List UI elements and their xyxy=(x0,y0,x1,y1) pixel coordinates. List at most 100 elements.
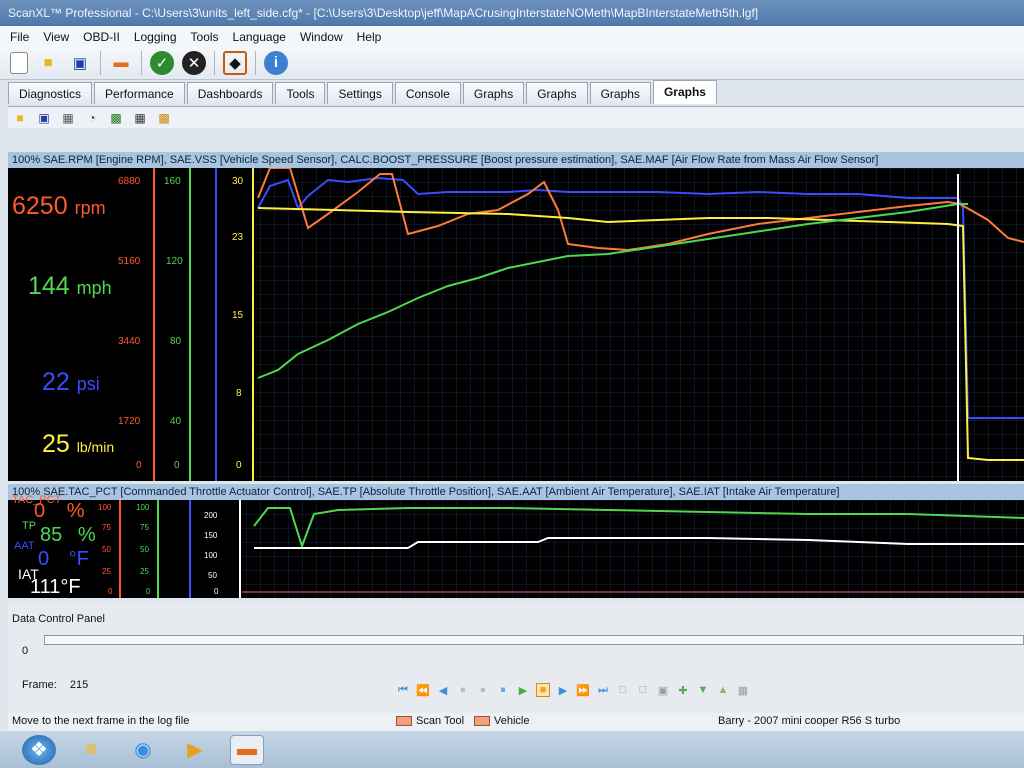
toolbar-divider xyxy=(214,50,215,75)
menu-file[interactable]: File xyxy=(10,30,29,46)
add-marker-icon[interactable]: ✚ xyxy=(676,683,690,697)
maf-tick: 15 xyxy=(232,310,244,321)
frame-caption: Frame: xyxy=(22,679,57,691)
menu-help[interactable]: Help xyxy=(357,30,382,46)
legend-vehicle-label: Vehicle xyxy=(494,715,530,727)
scan-tool-swatch xyxy=(396,716,412,726)
marker-list-icon[interactable]: ▦ xyxy=(736,683,750,697)
browser-icon[interactable]: ◉ xyxy=(126,735,160,765)
graph2-header: 100% SAE.TAC_PCT [Commanded Throttle Act… xyxy=(8,484,1024,500)
next-frame-icon[interactable]: ▶ xyxy=(556,683,570,697)
maf-tick: 23 xyxy=(232,232,244,243)
legend-scan-tool-label: Scan Tool xyxy=(416,715,465,727)
fast-forward-icon[interactable]: ⏩ xyxy=(576,683,590,697)
main-toolbar: ■ ▣ ▬ ✓ ✕ ◆ i xyxy=(0,46,1024,80)
toolbar-divider xyxy=(100,50,101,75)
pct-tick: 25 xyxy=(102,567,111,576)
first-frame-icon[interactable]: ⏮ xyxy=(396,683,410,697)
rewind-icon[interactable]: ⏪ xyxy=(416,683,430,697)
temp-tick: 0 xyxy=(214,587,219,596)
file-explorer-icon[interactable]: ■ xyxy=(74,735,108,765)
gauge-icon[interactable]: ◔ xyxy=(84,111,100,125)
temp-tick: 50 xyxy=(208,571,217,580)
menu-language[interactable]: Language xyxy=(233,30,286,46)
rpm-tick: 3440 xyxy=(118,336,141,347)
speed-tick: 120 xyxy=(166,256,183,267)
menu-view[interactable]: View xyxy=(43,30,69,46)
export-icon[interactable]: ▦ xyxy=(60,111,76,125)
save-disk-icon[interactable]: ▣ xyxy=(36,111,52,125)
start-icon[interactable]: ❖ xyxy=(22,734,56,765)
tab-graphs-4[interactable]: Graphs xyxy=(652,80,717,104)
graph-toolbar: ■ ▣ ▦ ◔ ▩ ▦ ▩ xyxy=(8,106,1024,128)
speed-tick: 80 xyxy=(170,336,182,347)
tab-graphs-3[interactable]: Graphs xyxy=(589,82,651,104)
tab-diagnostics[interactable]: Diagnostics xyxy=(8,82,93,104)
tab-graphs-1[interactable]: Graphs xyxy=(462,82,525,104)
tab-graphs-2[interactable]: Graphs xyxy=(526,82,588,104)
window-title: ScanXL™ Professional - C:\Users\3\units_… xyxy=(0,0,1024,26)
settings-icon[interactable]: ◆ xyxy=(223,50,247,75)
open-folder-icon[interactable]: ■ xyxy=(36,51,60,75)
new-log-icon[interactable]: □ xyxy=(616,683,630,697)
toolbar-divider xyxy=(141,50,142,75)
rpm-tick: 6880 xyxy=(118,176,141,187)
stop-icon[interactable]: ● xyxy=(476,683,490,697)
menu-window[interactable]: Window xyxy=(300,30,343,46)
record-icon[interactable]: ● xyxy=(456,683,470,697)
graph1-panel[interactable]: 6250 rpm 144 mph 22 psi 25 lb/min 6880 5… xyxy=(8,168,1024,481)
pct-tick: 50 xyxy=(102,545,111,554)
open-folder-icon[interactable]: ■ xyxy=(12,111,28,125)
tab-dashboards[interactable]: Dashboards xyxy=(186,82,274,104)
disconnect-icon[interactable]: ✕ xyxy=(182,50,206,75)
info-icon[interactable]: i xyxy=(264,50,288,75)
pct-tick: 75 xyxy=(140,523,149,532)
pct-tick: 100 xyxy=(136,503,150,512)
temp-tick: 200 xyxy=(204,511,218,520)
tab-strip: Diagnostics Performance Dashboards Tools… xyxy=(8,80,717,106)
scanxl-taskbar-icon[interactable]: ▬ xyxy=(230,734,264,765)
connect-icon[interactable]: ✓ xyxy=(150,50,174,75)
maf-tick: 30 xyxy=(232,176,244,187)
pause-icon[interactable]: ⏸ xyxy=(496,683,510,697)
frame-slider[interactable] xyxy=(44,635,1024,645)
marker-down-icon[interactable]: ▼ xyxy=(696,683,710,697)
new-file-icon[interactable] xyxy=(10,51,28,74)
slider-value: 0 xyxy=(22,645,29,657)
menu-obd[interactable]: OBD-II xyxy=(83,30,120,46)
marker-up-icon[interactable]: ▲ xyxy=(716,683,730,697)
table-icon[interactable]: ▦ xyxy=(132,111,148,125)
loop-icon[interactable]: ■ xyxy=(536,683,550,697)
vehicle-swatch xyxy=(474,716,490,726)
vehicle-icon[interactable]: ▬ xyxy=(109,51,133,75)
graph2-panel[interactable]: TAC_PCT 0 % TP 85 % AAT 0 °F IAT 111°F 1… xyxy=(8,494,1024,598)
pct-tick: 25 xyxy=(140,567,149,576)
media-player-icon[interactable]: ▶ xyxy=(178,735,212,765)
speed-tick: 0 xyxy=(174,460,180,471)
tab-tools[interactable]: Tools xyxy=(275,82,326,104)
graph2-plot: 100 75 50 25 0 100 75 50 25 0 200 150 10… xyxy=(98,500,1024,598)
tab-settings[interactable]: Settings xyxy=(327,82,393,104)
menu-tools[interactable]: Tools xyxy=(191,30,219,46)
last-frame-icon[interactable]: ⏭ xyxy=(596,683,610,697)
tab-performance[interactable]: Performance xyxy=(94,82,185,104)
rpm-tick: 1720 xyxy=(118,416,141,427)
maf-tick: 8 xyxy=(236,388,242,399)
legend-vehicle: Vehicle xyxy=(474,715,529,727)
graph1-plot: 6880 5160 3440 1720 0 160 120 80 40 0 30… xyxy=(118,168,1024,481)
graph1-grid xyxy=(254,168,1024,481)
chart-icon[interactable]: ▩ xyxy=(108,111,124,125)
open-log-icon[interactable]: □ xyxy=(636,683,650,697)
tab-console[interactable]: Console xyxy=(394,82,461,104)
status-hint: Move to the next frame in the log file xyxy=(12,715,190,727)
pct-tick: 50 xyxy=(140,545,149,554)
save-disk-icon[interactable]: ▣ xyxy=(68,51,92,75)
frame-number: 215 xyxy=(69,679,89,691)
menu-logging[interactable]: Logging xyxy=(134,30,177,46)
frame-label: Frame: 215 xyxy=(22,679,88,691)
color-grid-icon[interactable]: ▩ xyxy=(156,111,172,125)
step-back-icon[interactable]: ◀ xyxy=(436,683,450,697)
maf-tick: 0 xyxy=(236,460,242,471)
save-log-icon[interactable]: ▣ xyxy=(656,683,670,697)
play-icon[interactable]: ▶ xyxy=(516,683,530,697)
